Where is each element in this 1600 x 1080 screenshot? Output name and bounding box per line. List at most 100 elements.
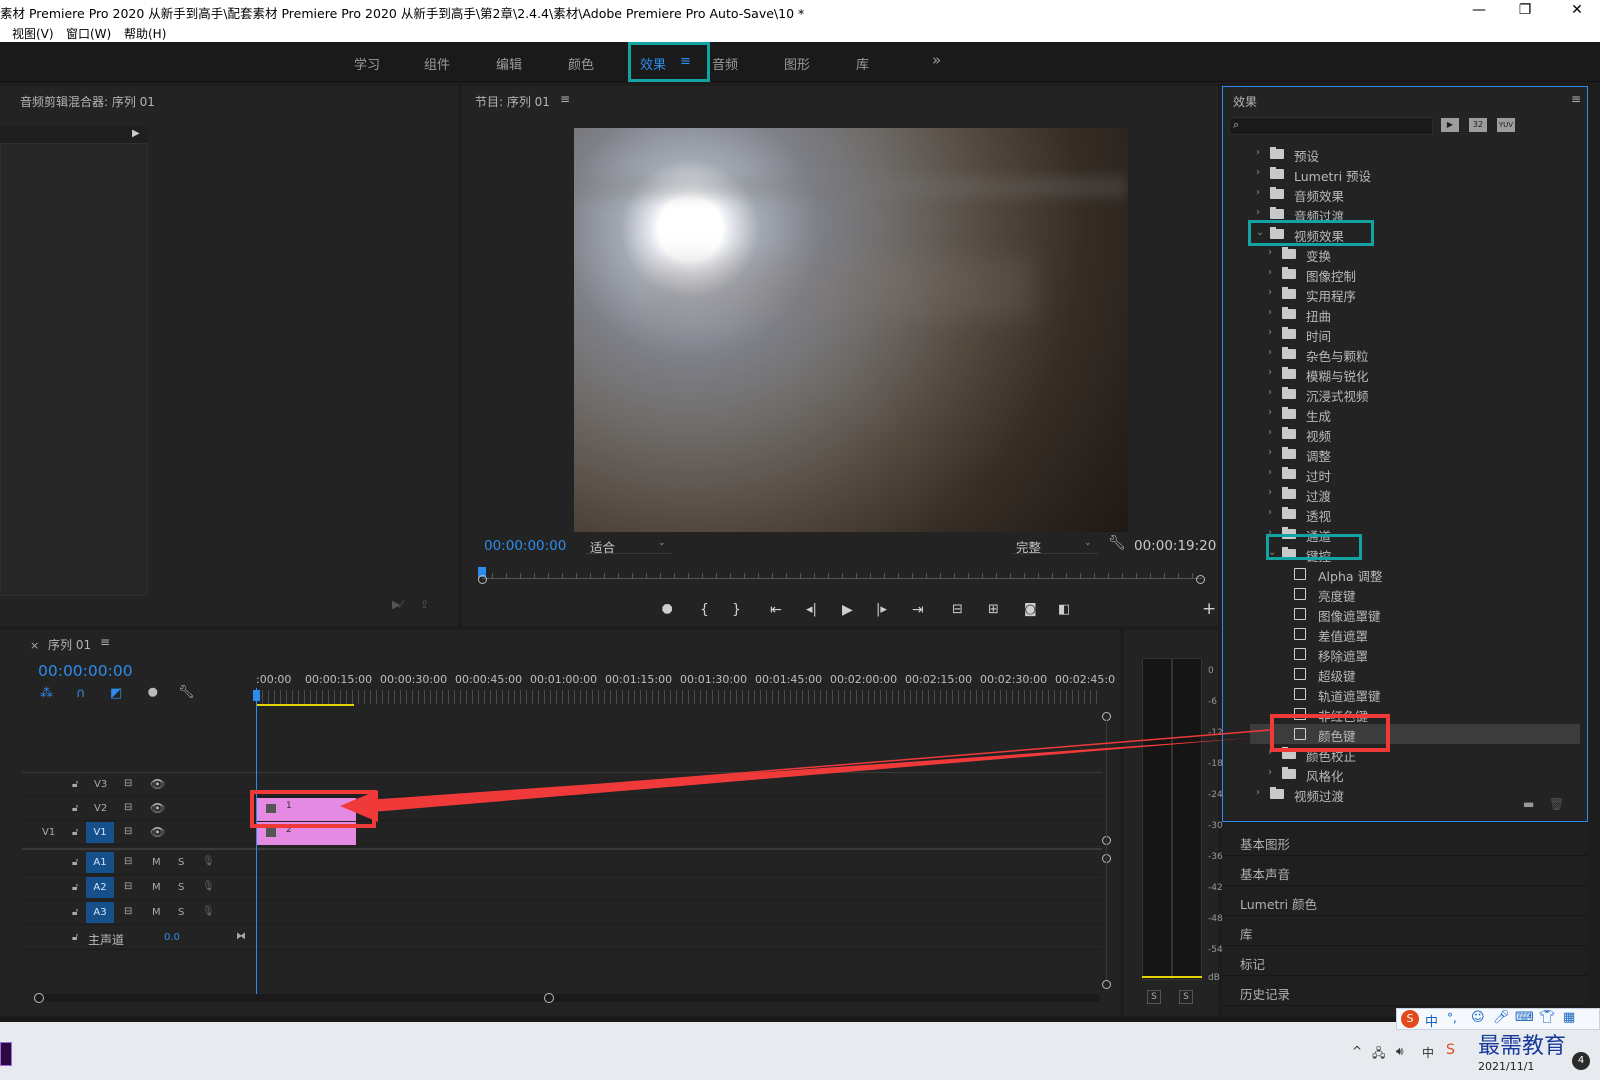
effect-folder[interactable]: › Lumetri 预设 bbox=[1250, 164, 1580, 184]
yuv-icon[interactable]: YUV bbox=[1497, 118, 1515, 132]
chevron-right-icon[interactable]: › bbox=[1268, 327, 1278, 338]
add-marker-icon[interactable]: ⯃ bbox=[662, 603, 672, 618]
menu-view[interactable]: 视图(V) bbox=[12, 25, 54, 42]
wrench-icon[interactable]: 🔧︎ bbox=[1108, 535, 1126, 551]
punctuation-icon[interactable]: °, bbox=[1447, 1011, 1457, 1025]
microphone-icon[interactable]: 🎙︎ bbox=[202, 906, 215, 917]
v-scroll-handle-bottom[interactable] bbox=[1102, 980, 1111, 989]
minimize-button[interactable]: — bbox=[1456, 0, 1502, 22]
keyboard-icon[interactable]: ⌨ bbox=[1515, 1010, 1534, 1025]
effect-item[interactable]: 图像遮罩键 bbox=[1250, 604, 1580, 624]
chevron-right-icon[interactable]: › bbox=[1268, 267, 1278, 278]
effect-folder[interactable]: › 实用程序 bbox=[1250, 284, 1580, 304]
chevron-right-icon[interactable]: › bbox=[1268, 287, 1278, 298]
lock-icon[interactable]: 🔓︎ bbox=[72, 827, 78, 838]
extract-icon[interactable]: ⊞ bbox=[988, 602, 999, 617]
ws-tab-audio[interactable]: 音频 bbox=[712, 54, 738, 73]
effect-folder[interactable]: › 过时 bbox=[1250, 464, 1580, 484]
effect-item[interactable]: Alpha 调整 bbox=[1250, 564, 1580, 584]
collapsed-libraries[interactable] bbox=[1222, 916, 1588, 946]
chevron-right-icon[interactable]: › bbox=[1268, 767, 1278, 778]
solo-button[interactable]: S bbox=[178, 857, 184, 868]
effect-folder[interactable]: › 调整 bbox=[1250, 444, 1580, 464]
chevron-right-icon[interactable]: › bbox=[1268, 247, 1278, 258]
track-label-v1[interactable]: V1 bbox=[86, 822, 114, 843]
ws-more-icon[interactable]: » bbox=[932, 51, 941, 69]
camera-icon[interactable]: ◙ bbox=[1024, 602, 1037, 617]
solo-button[interactable]: S bbox=[178, 907, 184, 918]
source-patch-v1[interactable]: V1 bbox=[42, 827, 55, 838]
effect-folder[interactable]: › 生成 bbox=[1250, 404, 1580, 424]
libraries-label[interactable]: 库 bbox=[1240, 924, 1253, 943]
timeline-menu-icon[interactable]: ≡ bbox=[100, 635, 110, 649]
timeline-tab-close-icon[interactable]: × bbox=[30, 639, 39, 652]
notification-badge[interactable]: 4 bbox=[1572, 1052, 1590, 1070]
chevron-right-icon[interactable]: › bbox=[1256, 207, 1266, 218]
chevron-right-icon[interactable]: › bbox=[1256, 147, 1266, 158]
toolbox-icon[interactable]: ▦ bbox=[1563, 1010, 1575, 1025]
timeline-settings-wrench-icon[interactable]: 🔧︎ bbox=[178, 685, 195, 700]
chevron-right-icon[interactable]: › bbox=[1268, 447, 1278, 458]
mark-in-icon[interactable]: { bbox=[700, 602, 709, 618]
sogou-icon[interactable]: S bbox=[1446, 1042, 1455, 1058]
collapsed-markers[interactable] bbox=[1222, 946, 1588, 976]
timeline-playhead[interactable] bbox=[256, 688, 257, 994]
lock-icon[interactable]: 🔓︎ bbox=[72, 882, 78, 893]
eye-icon[interactable]: 👁︎ bbox=[150, 825, 165, 839]
ws-tab-color[interactable]: 颜色 bbox=[568, 54, 594, 73]
effects-search-input[interactable]: ⌕ bbox=[1229, 117, 1433, 135]
compare-view-icon[interactable]: ◧ bbox=[1058, 602, 1070, 617]
network-icon[interactable]: 🖧︎ bbox=[1372, 1044, 1385, 1065]
chevron-right-icon[interactable]: › bbox=[1268, 427, 1278, 438]
effect-item[interactable]: 移除遮罩 bbox=[1250, 644, 1580, 664]
chevron-right-icon[interactable]: › bbox=[1268, 487, 1278, 498]
effect-folder[interactable]: › 时间 bbox=[1250, 324, 1580, 344]
add-marker-icon[interactable]: ⯃ bbox=[148, 686, 158, 701]
timeline-timecode[interactable]: 00:00:00:00 bbox=[38, 662, 133, 680]
ws-tab-learn[interactable]: 学习 bbox=[354, 54, 380, 73]
sync-lock-icon[interactable]: ⊟ bbox=[124, 826, 132, 837]
effect-folder[interactable]: › 杂色与颗粒 bbox=[1250, 344, 1580, 364]
solo-button[interactable]: S bbox=[178, 882, 184, 893]
volume-icon[interactable]: 🔊︎ bbox=[1396, 1044, 1404, 1059]
menu-help[interactable]: 帮助(H) bbox=[124, 25, 166, 42]
effect-folder[interactable]: › 风格化 bbox=[1250, 764, 1580, 784]
lock-icon[interactable]: 🔓︎ bbox=[72, 932, 78, 943]
effect-item[interactable]: 差值遮罩 bbox=[1250, 624, 1580, 644]
timeline-title[interactable]: 序列 01 bbox=[48, 636, 91, 653]
effects-panel-menu-icon[interactable]: ≡ bbox=[1571, 92, 1581, 106]
track-label-a1[interactable]: A1 bbox=[86, 852, 114, 873]
chevron-right-icon[interactable]: › bbox=[1268, 367, 1278, 378]
lock-icon[interactable]: 🔓︎ bbox=[72, 803, 78, 814]
tray-ime-indicator[interactable]: 中 bbox=[1422, 1044, 1434, 1061]
effect-folder[interactable]: › 预设 bbox=[1250, 144, 1580, 164]
ws-tab-libraries[interactable]: 库 bbox=[856, 54, 869, 73]
essential-sound-label[interactable]: 基本声音 bbox=[1240, 864, 1290, 883]
track-label-a3[interactable]: A3 bbox=[86, 902, 114, 923]
mute-button[interactable]: M bbox=[152, 907, 161, 918]
step-forward-icon[interactable]: |▸ bbox=[876, 602, 887, 617]
effect-item[interactable]: 轨道遮罩键 bbox=[1250, 684, 1580, 704]
meter-solo-right-button[interactable]: S bbox=[1179, 990, 1193, 1004]
work-area-bar[interactable] bbox=[256, 704, 354, 706]
go-to-in-icon[interactable]: ⇤ bbox=[770, 602, 782, 618]
effect-item[interactable]: 超级键 bbox=[1250, 664, 1580, 684]
chevron-right-icon[interactable]: › bbox=[1268, 307, 1278, 318]
ws-tab-editing[interactable]: 编辑 bbox=[496, 54, 522, 73]
skin-icon[interactable]: 👕︎ bbox=[1539, 1010, 1556, 1025]
snap-magnet-icon[interactable]: ∩ bbox=[76, 686, 86, 701]
effect-folder[interactable]: › 过渡 bbox=[1250, 484, 1580, 504]
eye-icon[interactable]: 👁︎ bbox=[150, 801, 165, 815]
chevron-right-icon[interactable]: › bbox=[1268, 507, 1278, 518]
add-button-icon[interactable]: + bbox=[1202, 599, 1216, 619]
effect-folder[interactable]: › 沉浸式视频 bbox=[1250, 384, 1580, 404]
chevron-right-icon[interactable]: › bbox=[1268, 387, 1278, 398]
ws-effects-menu-icon[interactable]: ≡ bbox=[680, 54, 691, 69]
effect-folder[interactable]: › 变换 bbox=[1250, 244, 1580, 264]
scrub-end-handle[interactable] bbox=[1196, 575, 1205, 584]
sync-lock-icon[interactable]: ⊟ bbox=[124, 778, 132, 789]
chevron-right-icon[interactable]: › bbox=[1268, 467, 1278, 478]
quality-select[interactable]: 完整 ⌄ bbox=[1012, 535, 1098, 555]
h-scroll-handle-left[interactable] bbox=[34, 993, 44, 1003]
master-volume-value[interactable]: 0.0 bbox=[164, 932, 180, 943]
